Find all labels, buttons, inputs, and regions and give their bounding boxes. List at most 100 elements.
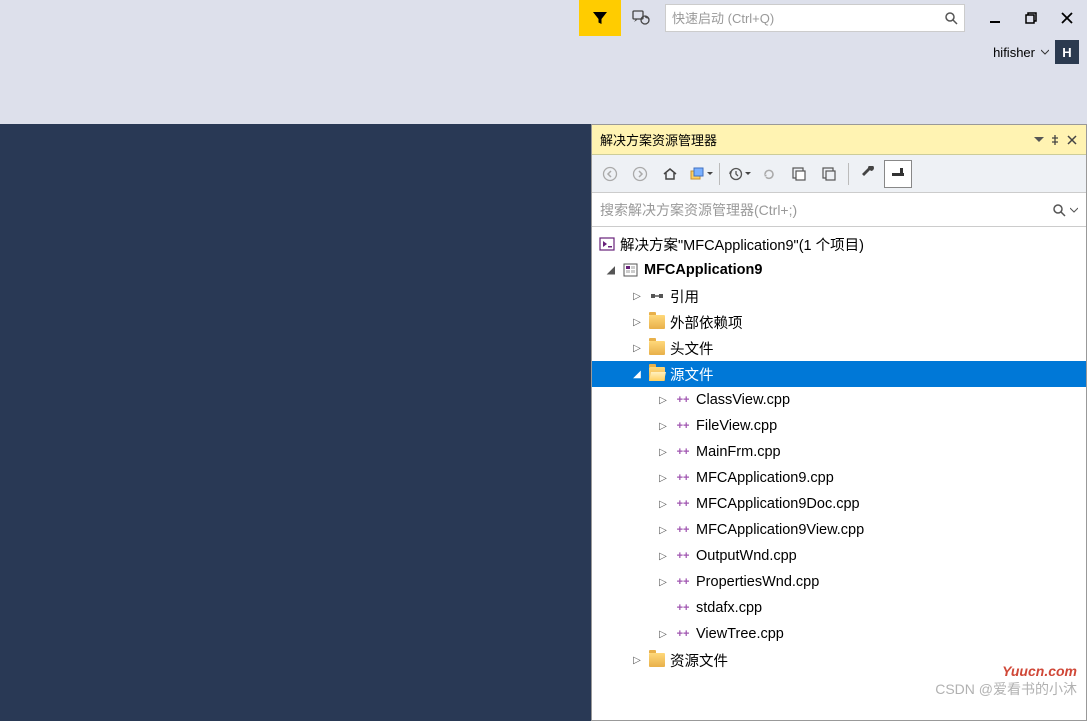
close-panel-icon[interactable] xyxy=(1066,134,1078,146)
show-all-button[interactable] xyxy=(815,160,843,188)
home-icon xyxy=(661,165,679,183)
expand-arrow-icon[interactable]: ▷ xyxy=(656,447,670,458)
history-icon xyxy=(728,166,744,182)
wrench-icon xyxy=(860,166,876,182)
preview-button[interactable] xyxy=(884,160,912,188)
project-icon xyxy=(622,261,640,279)
file-node[interactable]: ▷ ++ OutputWnd.cpp xyxy=(592,543,1086,569)
collapse-arrow-icon[interactable]: ◢ xyxy=(630,369,644,380)
expand-arrow-icon[interactable]: ▷ xyxy=(656,525,670,536)
expand-arrow-icon[interactable]: ▷ xyxy=(630,291,644,302)
user-name[interactable]: hifisher xyxy=(993,45,1035,60)
feedback-icon xyxy=(631,8,651,28)
solution-node[interactable]: 解决方案"MFCApplication9"(1 个项目) xyxy=(592,231,1086,257)
file-node[interactable]: ▷ ++ MFCApplication9.cpp xyxy=(592,465,1086,491)
cpp-file-icon: ++ xyxy=(674,599,692,617)
search-icon[interactable] xyxy=(1052,203,1066,217)
panel-title: 解决方案资源管理器 xyxy=(600,130,1034,149)
sources-node[interactable]: ◢ 源文件 xyxy=(592,361,1086,387)
file-node[interactable]: ▷ ++ MainFrm.cpp xyxy=(592,439,1086,465)
quick-launch-box[interactable] xyxy=(665,4,965,32)
file-node[interactable]: ▷ ++ MFCApplication9View.cpp xyxy=(592,517,1086,543)
properties-button[interactable] xyxy=(854,160,882,188)
collapse-all-button[interactable] xyxy=(785,160,813,188)
file-node[interactable]: ▷ ++ MFCApplication9Doc.cpp xyxy=(592,491,1086,517)
expand-arrow-icon[interactable]: ▷ xyxy=(630,343,644,354)
expand-arrow-icon[interactable]: ▷ xyxy=(656,395,670,406)
panel-title-bar[interactable]: 解决方案资源管理器 xyxy=(592,125,1086,155)
expand-arrow-icon[interactable]: ▷ xyxy=(656,421,670,432)
cpp-file-icon: ++ xyxy=(674,391,692,409)
file-label: MFCApplication9View.cpp xyxy=(696,522,864,538)
external-deps-node[interactable]: ▷ 外部依赖项 xyxy=(592,309,1086,335)
file-label: stdafx.cpp xyxy=(696,600,762,616)
back-button[interactable] xyxy=(596,160,624,188)
file-label: MainFrm.cpp xyxy=(696,444,781,460)
search-icon[interactable] xyxy=(944,11,958,25)
funnel-icon xyxy=(591,9,609,27)
expand-arrow-icon[interactable]: ▷ xyxy=(656,551,670,562)
expand-arrow-icon[interactable]: ▷ xyxy=(656,473,670,484)
sync-button[interactable] xyxy=(686,160,714,188)
headers-node[interactable]: ▷ 头文件 xyxy=(592,335,1086,361)
close-icon xyxy=(1060,11,1074,25)
chevron-down-icon[interactable] xyxy=(1070,206,1078,214)
solution-tree[interactable]: 解决方案"MFCApplication9"(1 个项目) ◢ MFCApplic… xyxy=(592,227,1086,720)
project-node[interactable]: ◢ MFCApplication9 xyxy=(592,257,1086,283)
file-label: ViewTree.cpp xyxy=(696,626,784,642)
folder-icon xyxy=(648,339,666,357)
editor-area xyxy=(0,124,591,721)
back-icon xyxy=(602,166,618,182)
file-node[interactable]: ▷ ++ ViewTree.cpp xyxy=(592,621,1086,647)
forward-button[interactable] xyxy=(626,160,654,188)
solution-label: 解决方案"MFCApplication9"(1 个项目) xyxy=(620,234,864,255)
cpp-file-icon: ++ xyxy=(674,547,692,565)
minimize-button[interactable] xyxy=(977,0,1013,36)
external-label: 外部依赖项 xyxy=(670,312,743,333)
references-node[interactable]: ▷ 引用 xyxy=(592,283,1086,309)
folder-open-icon xyxy=(648,365,666,383)
chevron-down-icon[interactable] xyxy=(1041,48,1049,56)
explorer-toolbar xyxy=(592,155,1086,193)
restore-button[interactable] xyxy=(1013,0,1049,36)
file-node[interactable]: ++ stdafx.cpp xyxy=(592,595,1086,621)
explorer-search-input[interactable] xyxy=(600,202,1052,218)
refresh-icon xyxy=(761,166,777,182)
show-all-icon xyxy=(821,166,837,182)
cpp-file-icon: ++ xyxy=(674,625,692,643)
file-node[interactable]: ▷ ++ ClassView.cpp xyxy=(592,387,1086,413)
expand-arrow-icon[interactable]: ▷ xyxy=(656,629,670,640)
restore-icon xyxy=(1024,11,1038,25)
cpp-file-icon: ++ xyxy=(674,469,692,487)
file-label: MFCApplication9Doc.cpp xyxy=(696,496,860,512)
solution-icon xyxy=(598,235,616,253)
explorer-search-bar[interactable] xyxy=(592,193,1086,227)
file-label: PropertiesWnd.cpp xyxy=(696,574,819,590)
expand-arrow-icon[interactable]: ▷ xyxy=(630,317,644,328)
expand-arrow-icon[interactable]: ▷ xyxy=(630,655,644,666)
minimize-icon xyxy=(988,11,1002,25)
collapse-arrow-icon[interactable]: ◢ xyxy=(604,265,618,276)
expand-arrow-icon[interactable]: ▷ xyxy=(656,499,670,510)
home-button[interactable] xyxy=(656,160,684,188)
forward-icon xyxy=(632,166,648,182)
sources-label: 源文件 xyxy=(670,364,714,385)
filter-button[interactable] xyxy=(579,0,621,36)
watermark-yuucn: Yuucn.com xyxy=(1002,663,1077,679)
file-node[interactable]: ▷ ++ FileView.cpp xyxy=(592,413,1086,439)
preview-icon xyxy=(890,166,906,182)
collapse-icon xyxy=(791,166,807,182)
file-label: FileView.cpp xyxy=(696,418,777,434)
dropdown-icon[interactable] xyxy=(1034,135,1044,145)
feedback-button[interactable] xyxy=(625,0,657,36)
pin-icon[interactable] xyxy=(1048,133,1062,147)
file-node[interactable]: ▷ ++ PropertiesWnd.cpp xyxy=(592,569,1086,595)
watermark-csdn: CSDN @爱看书的小沐 xyxy=(935,679,1077,699)
avatar[interactable]: H xyxy=(1055,40,1079,64)
sync-icon xyxy=(688,165,706,183)
expand-arrow-icon[interactable]: ▷ xyxy=(656,577,670,588)
close-button[interactable] xyxy=(1049,0,1085,36)
refresh-button[interactable] xyxy=(755,160,783,188)
quick-launch-input[interactable] xyxy=(672,11,944,26)
history-button[interactable] xyxy=(725,160,753,188)
